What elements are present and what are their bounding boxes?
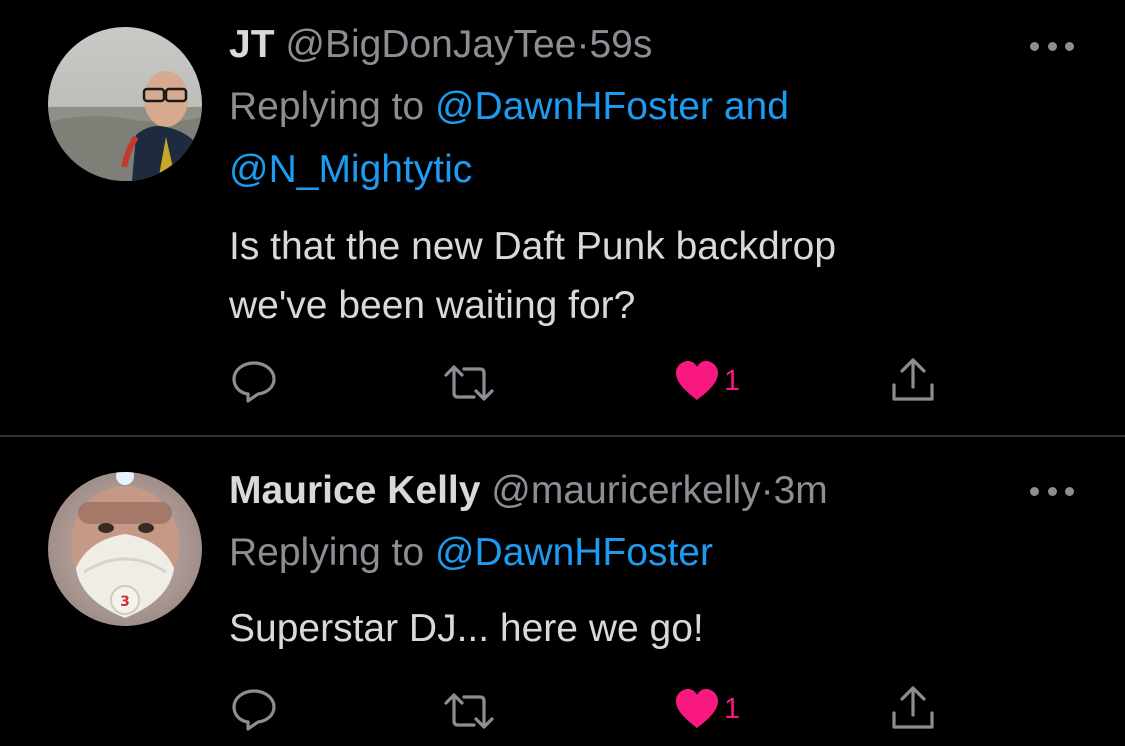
tweet-text-line: Is that the new Daft Punk backdrop bbox=[229, 225, 837, 268]
mention-link[interactable]: @N_Mightytic bbox=[229, 148, 472, 191]
separator-dot: · bbox=[576, 23, 590, 66]
display-name[interactable]: Maurice Kelly bbox=[229, 469, 480, 512]
user-handle[interactable]: @mauricerkelly bbox=[491, 469, 760, 512]
mention-link[interactable]: @DawnHFoster bbox=[435, 531, 713, 574]
retweet-icon bbox=[444, 365, 494, 401]
replying-to: Replying to @DawnHFoster and bbox=[229, 84, 789, 130]
avatar[interactable] bbox=[48, 27, 202, 181]
like-icon bbox=[676, 361, 718, 400]
replying-to-continued: @N_Mightytic bbox=[229, 147, 472, 193]
retweet-icon bbox=[444, 693, 494, 729]
mention-link[interactable]: @DawnHFoster bbox=[435, 85, 713, 128]
conjunction[interactable]: and bbox=[724, 85, 789, 128]
like-button[interactable]: 1 bbox=[674, 356, 740, 406]
like-button[interactable]: 1 bbox=[674, 684, 740, 734]
display-name[interactable]: JT bbox=[229, 23, 275, 66]
more-icon[interactable] bbox=[1030, 40, 1074, 52]
svg-text:3: 3 bbox=[120, 594, 130, 610]
more-icon[interactable] bbox=[1030, 485, 1074, 497]
share-button[interactable] bbox=[888, 683, 938, 733]
replying-prefix: Replying to bbox=[229, 531, 425, 574]
tweet-header: JT @BigDonJayTee·59s bbox=[229, 22, 652, 68]
timestamp[interactable]: 59s bbox=[589, 23, 652, 66]
like-count: 1 bbox=[724, 692, 741, 725]
replying-to: Replying to @DawnHFoster bbox=[229, 530, 713, 576]
like-count: 1 bbox=[724, 364, 741, 397]
reply-button[interactable] bbox=[230, 684, 278, 734]
retweet-button[interactable] bbox=[440, 358, 498, 408]
user-handle[interactable]: @BigDonJayTee bbox=[285, 23, 576, 66]
share-icon bbox=[892, 358, 934, 401]
tweet-header: Maurice Kelly @mauricerkelly·3m bbox=[229, 468, 828, 514]
timestamp[interactable]: 3m bbox=[774, 469, 828, 512]
reply-icon bbox=[232, 689, 276, 731]
share-icon bbox=[892, 686, 934, 729]
separator-dot: · bbox=[760, 469, 774, 512]
reply-icon bbox=[232, 361, 276, 403]
like-icon bbox=[676, 689, 718, 728]
replying-prefix: Replying to bbox=[229, 85, 425, 128]
avatar[interactable]: 3 bbox=[48, 472, 202, 626]
retweet-button[interactable] bbox=[440, 686, 498, 736]
reply-button[interactable] bbox=[230, 356, 278, 406]
share-button[interactable] bbox=[888, 355, 938, 405]
tweet-text-line: we've been waiting for? bbox=[229, 284, 636, 327]
tweet-text-line: Superstar DJ... here we go! bbox=[229, 607, 704, 650]
